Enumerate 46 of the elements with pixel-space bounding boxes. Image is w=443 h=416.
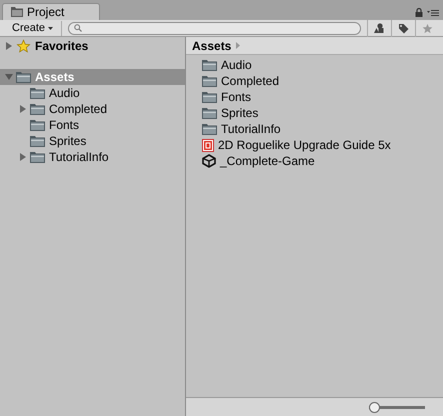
folder-icon — [202, 59, 217, 71]
file-item[interactable]: Audio — [221, 56, 252, 74]
zoom-slider-thumb[interactable] — [369, 402, 380, 412]
folder-icon — [202, 75, 217, 87]
folder-icon — [202, 107, 217, 119]
caret-icon — [48, 26, 54, 30]
arrow-right-icon — [236, 42, 240, 49]
folder-icon — [30, 151, 45, 163]
folder-icon — [202, 91, 217, 103]
folder-icon — [11, 7, 23, 17]
search-field[interactable] — [68, 22, 361, 34]
folder-icon — [202, 123, 217, 135]
arrow-right-icon[interactable] — [20, 153, 26, 161]
cube-icon — [202, 154, 216, 168]
folder-icon — [16, 71, 31, 83]
document-icon — [202, 138, 214, 152]
tree-item-label: Completed — [49, 101, 108, 118]
file-item[interactable]: _Complete-Game — [220, 152, 315, 170]
shapes-icon — [374, 23, 385, 33]
file-item[interactable]: Sprites — [221, 104, 258, 122]
file-item[interactable]: TutorialInfo — [221, 120, 281, 138]
search-icon — [74, 24, 82, 32]
breadcrumb-link[interactable]: Assets — [192, 36, 232, 54]
tree-item-label: Fonts — [49, 117, 80, 134]
file-item[interactable]: 2D Roguelike Upgrade Guide 5x — [218, 136, 391, 154]
tree-item-label: Assets — [35, 69, 74, 86]
tree-item-label: TutorialInfo — [49, 149, 109, 166]
star-icon — [16, 39, 31, 53]
folder-icon — [30, 103, 45, 115]
file-item[interactable]: Completed — [221, 72, 280, 90]
create-button[interactable]: Create — [4, 20, 62, 36]
tree-item-label: Audio — [49, 85, 80, 102]
lock-icon[interactable] — [415, 8, 423, 17]
folder-icon — [30, 87, 45, 99]
star-icon — [422, 22, 433, 34]
tree-item-label: Favorites — [35, 38, 88, 55]
arrow-right-icon[interactable] — [6, 42, 12, 50]
tree-item-label: Sprites — [49, 133, 86, 150]
file-item[interactable]: Fonts — [221, 88, 252, 106]
folder-icon — [30, 135, 45, 147]
menu-icon[interactable] — [427, 8, 439, 16]
tab-title: Project — [27, 4, 64, 21]
arrow-right-icon[interactable] — [20, 105, 26, 113]
folder-icon — [30, 119, 45, 131]
project-tab[interactable]: Project — [2, 3, 100, 20]
tag-icon — [398, 22, 409, 34]
